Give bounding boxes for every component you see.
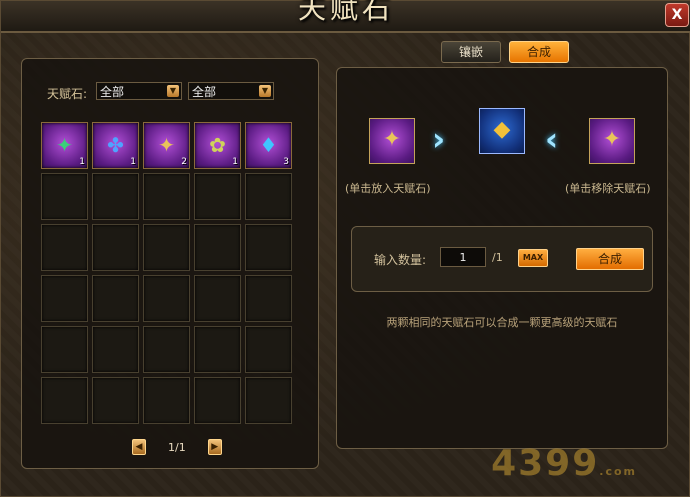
watermark-suffix: .com: [599, 465, 637, 478]
quantity-input[interactable]: 1: [440, 247, 486, 267]
dropdown-arrow-icon: ▼: [167, 85, 179, 97]
remove-gem-slot[interactable]: ✦: [589, 118, 635, 164]
inventory-slot-empty[interactable]: [92, 326, 139, 373]
page-indicator: 1/1: [168, 440, 186, 454]
category-select-value: 全部: [100, 85, 125, 99]
synthesis-panel: ✦ › ◆ ‹ ✦ (单击放入天赋石) (单击移除天赋石) 输入数量: 1 /1…: [336, 67, 668, 449]
item-count: 3: [283, 157, 289, 167]
item-count: 1: [232, 157, 238, 167]
result-gem-slot: ◆: [479, 108, 525, 154]
hint-place-stone: (单击放入天赋石): [345, 182, 431, 195]
title-bar: 天赋石 X: [1, 0, 690, 33]
yellow-green-gem-icon: ✿: [209, 132, 226, 157]
category-select[interactable]: 全部 ▼: [96, 82, 182, 100]
tab-bar: 镶嵌 合成: [441, 41, 569, 63]
watermark-logo: 4399.com: [491, 443, 637, 484]
inventory-slot-empty[interactable]: [245, 173, 292, 220]
next-page-icon[interactable]: ▶: [207, 439, 222, 455]
item-count: 1: [130, 157, 136, 167]
inventory-slot-empty[interactable]: [245, 377, 292, 424]
arrow-left-icon: ‹: [545, 120, 559, 158]
level-select[interactable]: 全部 ▼: [188, 82, 274, 100]
inventory-slot-filled[interactable]: ✤ 1: [92, 122, 139, 169]
gold-gem-icon: ✦: [158, 132, 175, 157]
synthesis-description: 两颗相同的天赋石可以合成一颗更高级的天赋石: [386, 316, 618, 329]
close-icon[interactable]: X: [665, 3, 689, 27]
green-gem-icon: ✦: [56, 132, 73, 157]
inventory-slot-filled[interactable]: ✦ 1: [41, 122, 88, 169]
inventory-slot-empty[interactable]: [143, 377, 190, 424]
tab-inlay[interactable]: 镶嵌: [441, 41, 501, 63]
hint-remove-stone: (单击移除天赋石): [565, 182, 651, 195]
inventory-slot-empty[interactable]: [194, 377, 241, 424]
inventory-slot-filled[interactable]: ♦ 3: [245, 122, 292, 169]
quantity-box: 输入数量: 1 /1 MAX 合成: [351, 226, 653, 292]
arrow-right-icon: ›: [432, 120, 446, 158]
inventory-panel: 天赋石: 全部 ▼ 全部 ▼ ✦ 1 ✤ 1 ✦ 2 ✿ 1 ♦ 3 ◀ 1/1 ▶: [21, 58, 319, 469]
cyan-gem-icon: ♦: [259, 132, 278, 157]
pagination: ◀ 1/1 ▶: [132, 439, 222, 455]
inventory-slot-empty[interactable]: [245, 326, 292, 373]
gold-gem-icon: ✦: [602, 127, 622, 153]
level-select-value: 全部: [192, 85, 217, 99]
input-gem-slot[interactable]: ✦: [369, 118, 415, 164]
watermark-text: 4399: [491, 443, 600, 484]
inventory-slot-filled[interactable]: ✿ 1: [194, 122, 241, 169]
blue-gem-icon: ✤: [107, 132, 124, 157]
inventory-slot-filled[interactable]: ✦ 2: [143, 122, 190, 169]
item-count: 1: [79, 157, 85, 167]
inventory-slot-empty[interactable]: [143, 275, 190, 322]
window-title: 天赋石: [297, 0, 394, 25]
inventory-slot-empty[interactable]: [194, 173, 241, 220]
inventory-slot-empty[interactable]: [92, 377, 139, 424]
inventory-slot-empty[interactable]: [194, 224, 241, 271]
inventory-slot-empty[interactable]: [41, 173, 88, 220]
inventory-grid: ✦ 1 ✤ 1 ✦ 2 ✿ 1 ♦ 3: [41, 122, 292, 424]
inventory-slot-empty[interactable]: [92, 275, 139, 322]
inventory-slot-empty[interactable]: [245, 275, 292, 322]
prev-page-icon[interactable]: ◀: [132, 439, 146, 455]
gold-gem-icon: ✦: [382, 127, 402, 153]
inventory-slot-empty[interactable]: [194, 326, 241, 373]
item-count: 2: [181, 157, 187, 167]
inventory-slot-empty[interactable]: [143, 173, 190, 220]
talent-stone-window: 天赋石 X 镶嵌 合成 天赋石: 全部 ▼ 全部 ▼ ✦ 1 ✤ 1 ✦ 2 ✿ 1 ♦ 3 ◀ …: [0, 0, 690, 497]
inventory-slot-empty[interactable]: [143, 224, 190, 271]
filter-label: 天赋石:: [47, 87, 88, 101]
gold-gem-icon: ◆: [493, 117, 511, 143]
inventory-slot-empty[interactable]: [41, 275, 88, 322]
synthesize-button[interactable]: 合成: [576, 248, 644, 270]
quantity-label: 输入数量:: [374, 253, 427, 267]
quantity-max-text: /1: [492, 251, 503, 264]
inventory-slot-empty[interactable]: [92, 173, 139, 220]
inventory-slot-empty[interactable]: [41, 377, 88, 424]
inventory-slot-empty[interactable]: [143, 326, 190, 373]
tab-synthesis[interactable]: 合成: [509, 41, 569, 63]
inventory-slot-empty[interactable]: [41, 224, 88, 271]
dropdown-arrow-icon: ▼: [259, 85, 271, 97]
inventory-slot-empty[interactable]: [41, 326, 88, 373]
inventory-slot-empty[interactable]: [92, 224, 139, 271]
inventory-slot-empty[interactable]: [194, 275, 241, 322]
max-button[interactable]: MAX: [518, 249, 548, 267]
inventory-slot-empty[interactable]: [245, 224, 292, 271]
